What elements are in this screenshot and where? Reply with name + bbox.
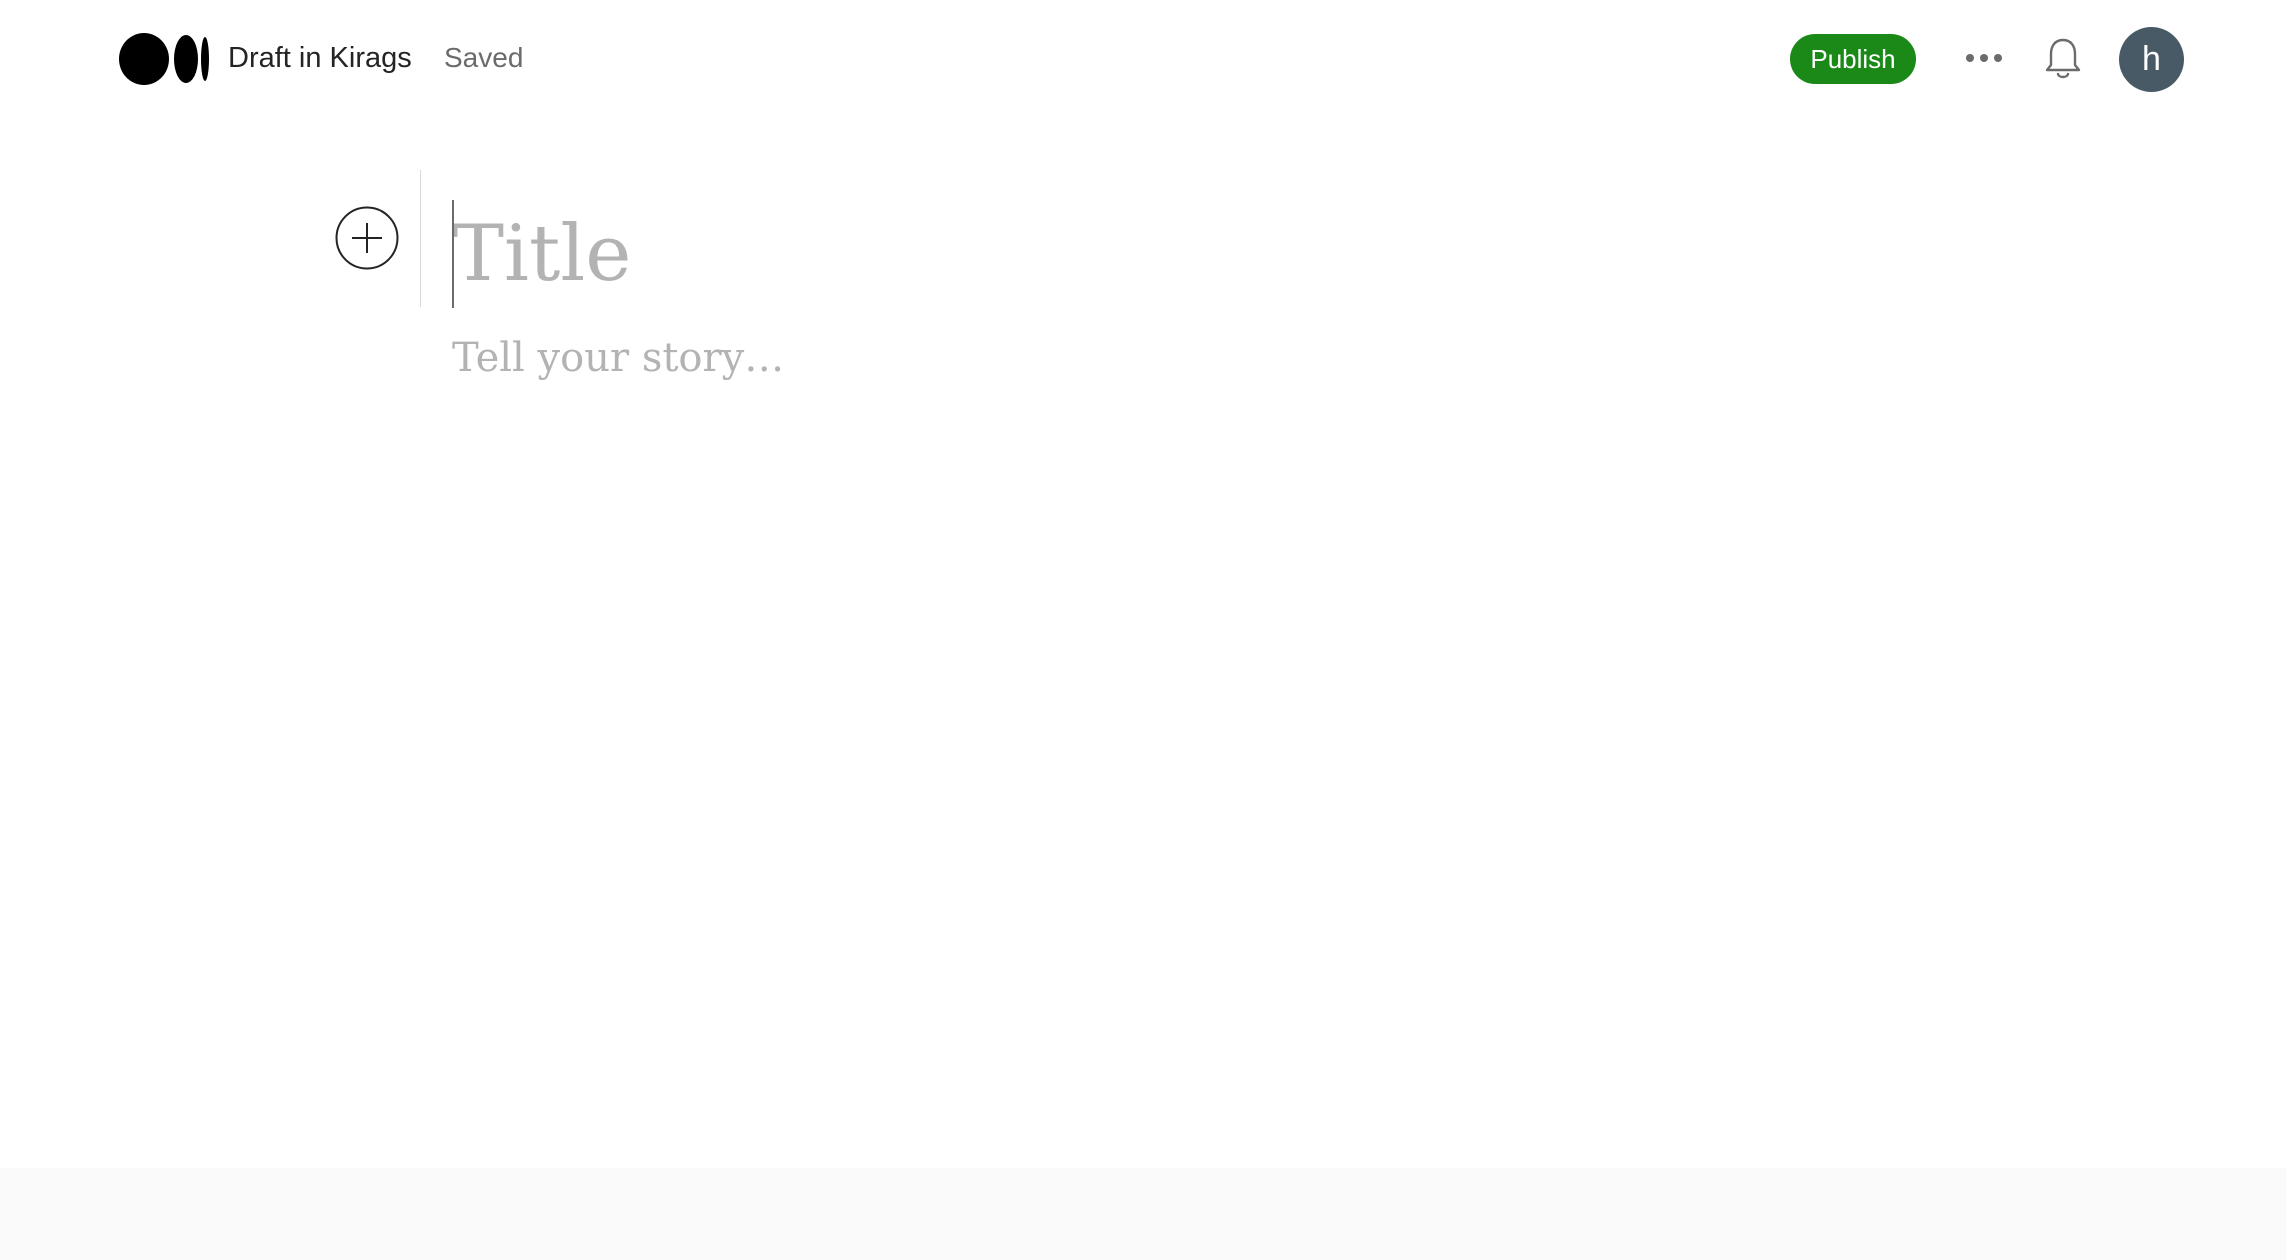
plus-circle-icon[interactable] [335, 206, 399, 270]
text-caret [452, 200, 454, 308]
medium-logo-icon[interactable] [119, 33, 209, 85]
editor-page: Draft in Kirags Saved Publish h Title Te… [0, 0, 2286, 1260]
editor-divider [420, 170, 421, 307]
draft-title: Draft in Kirags [228, 42, 412, 74]
more-dots-icon[interactable] [1962, 38, 2006, 78]
footer-band [0, 1168, 2286, 1260]
top-bar: Draft in Kirags Saved Publish h [0, 0, 2286, 116]
save-status: Saved [444, 42, 524, 73]
title-field[interactable]: Title [452, 196, 1852, 312]
avatar[interactable]: h [2119, 27, 2184, 92]
story-body-field[interactable]: Tell your story… [452, 330, 1852, 386]
bell-icon[interactable] [2042, 34, 2084, 82]
publish-button[interactable]: Publish [1790, 34, 1916, 84]
